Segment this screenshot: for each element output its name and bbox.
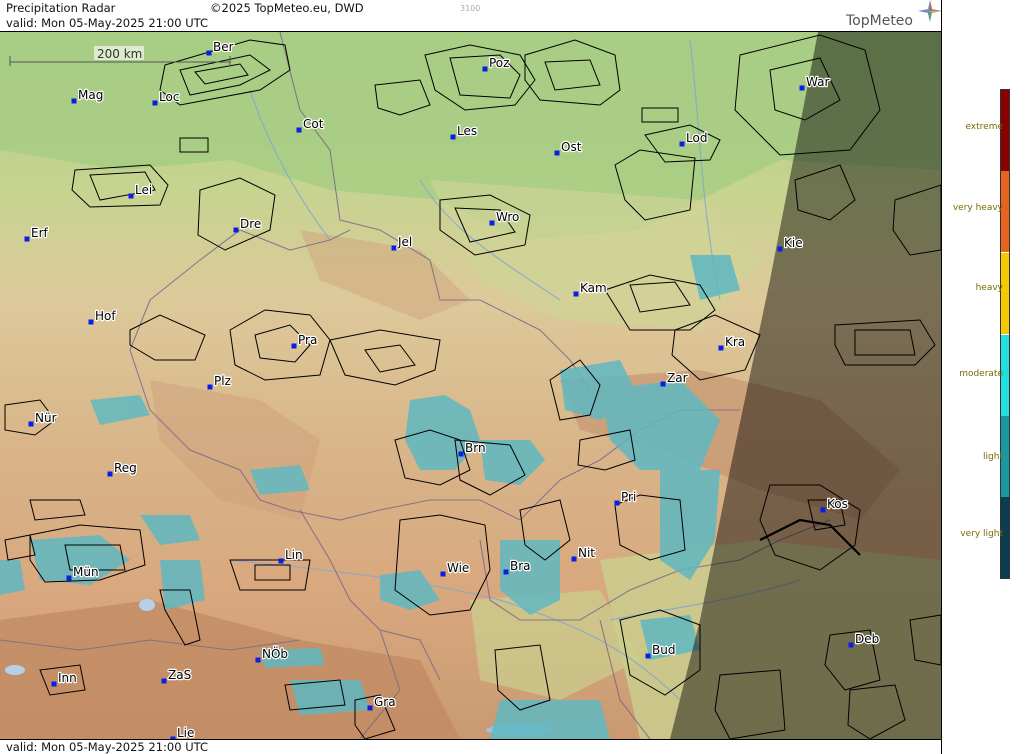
city-label: Brn bbox=[465, 441, 486, 455]
lake bbox=[5, 665, 25, 675]
city-marker bbox=[614, 500, 620, 506]
city-label: Kie bbox=[784, 236, 803, 250]
city-label: Cot bbox=[303, 117, 324, 131]
city-label: Pri bbox=[621, 490, 636, 504]
city-marker bbox=[573, 291, 579, 297]
city-label: War bbox=[806, 75, 829, 89]
city-marker bbox=[660, 381, 666, 387]
city-marker bbox=[152, 100, 158, 106]
legend-label: moderate bbox=[959, 369, 1003, 379]
city-label: Lie bbox=[177, 726, 194, 739]
city-marker bbox=[291, 343, 297, 349]
city-label: Plz bbox=[214, 374, 231, 388]
city-marker bbox=[296, 127, 302, 133]
city-marker bbox=[206, 50, 212, 56]
city-label: Loc bbox=[159, 90, 179, 104]
city-label: Nür bbox=[35, 411, 57, 425]
valid-time-bottom: valid: Mon 05-May-2025 21:00 UTC bbox=[6, 740, 208, 754]
city-marker bbox=[278, 558, 284, 564]
city-label: Zar bbox=[667, 371, 688, 385]
city-marker bbox=[503, 569, 509, 575]
map-header: Precipitation Radar ©2025 TopMeteo.eu, D… bbox=[0, 0, 942, 32]
map-code: 3100 bbox=[460, 4, 481, 13]
city-label: Erf bbox=[31, 226, 49, 240]
city-label: Lod bbox=[686, 131, 707, 145]
city-label: Wro bbox=[496, 210, 519, 224]
city-label: Deb bbox=[855, 632, 879, 646]
legend-label: heavy bbox=[975, 283, 1003, 293]
city-marker bbox=[28, 421, 34, 427]
city-marker bbox=[450, 134, 456, 140]
city-label: Ost bbox=[561, 140, 582, 154]
city-label: ZaS bbox=[168, 668, 191, 682]
city-marker bbox=[51, 681, 57, 687]
city-marker bbox=[440, 571, 446, 577]
city-label: Kra bbox=[725, 335, 745, 349]
city-marker bbox=[554, 150, 560, 156]
city-marker bbox=[718, 345, 724, 351]
city-label: NÖb bbox=[262, 645, 288, 661]
city-marker bbox=[71, 98, 77, 104]
city-marker bbox=[233, 227, 239, 233]
legend-label: extreme bbox=[965, 122, 1003, 132]
city-label: Gra bbox=[374, 695, 396, 709]
legend-label: very light bbox=[960, 529, 1003, 539]
city-marker bbox=[107, 471, 113, 477]
city-marker bbox=[207, 384, 213, 390]
city-marker bbox=[391, 245, 397, 251]
city-marker bbox=[161, 678, 167, 684]
city-marker bbox=[458, 451, 464, 457]
city-marker bbox=[848, 642, 854, 648]
city-marker bbox=[367, 705, 373, 711]
city-label: Les bbox=[457, 124, 477, 138]
city-label: Poz bbox=[489, 56, 509, 70]
precip-cell bbox=[250, 465, 310, 495]
lake bbox=[139, 599, 155, 611]
city-marker bbox=[482, 66, 488, 72]
city-marker bbox=[255, 657, 261, 663]
map-title: Precipitation Radar bbox=[6, 1, 116, 15]
topmeteo-logo[interactable]: TopMeteo bbox=[846, 13, 913, 29]
city-label: Wie bbox=[447, 561, 469, 575]
city-label: Bra bbox=[510, 559, 531, 573]
city-label: Mag bbox=[78, 88, 103, 102]
city-marker bbox=[645, 653, 651, 659]
city-label: Pra bbox=[298, 333, 317, 347]
city-label: Lin bbox=[285, 548, 303, 562]
city-marker bbox=[489, 220, 495, 226]
city-label: Lei bbox=[135, 183, 152, 197]
city-label: Nit bbox=[578, 546, 595, 560]
legend-label: light bbox=[983, 452, 1003, 462]
precip-cell bbox=[490, 700, 610, 739]
city-label: Bud bbox=[652, 643, 675, 657]
precipitation-legend: extreme very heavy heavy moderate light very … bbox=[941, 0, 1033, 754]
city-marker bbox=[88, 319, 94, 325]
copyright-notice: ©2025 TopMeteo.eu, DWD bbox=[210, 1, 364, 15]
legend-swatch bbox=[1001, 253, 1009, 334]
scale-bar-label: 200 km bbox=[97, 47, 142, 61]
precip-cell bbox=[290, 680, 370, 715]
city-label: Dre bbox=[240, 217, 261, 231]
map-footer: valid: Mon 05-May-2025 21:00 UTC bbox=[0, 739, 941, 754]
city-label: Kos bbox=[827, 497, 848, 511]
city-label: Hof bbox=[95, 309, 116, 323]
city-marker bbox=[799, 85, 805, 91]
radar-map[interactable]: 200 km Ber Poz War Mag Loc Cot Les Ost Lod Lei Wro… bbox=[0, 32, 941, 739]
city-label: Ber bbox=[213, 40, 234, 54]
compass-star-icon bbox=[918, 0, 942, 22]
city-marker bbox=[128, 193, 134, 199]
city-label: Reg bbox=[114, 461, 137, 475]
city-label: Inn bbox=[58, 671, 77, 685]
city-label: Mün bbox=[73, 565, 99, 579]
valid-time-top: valid: Mon 05-May-2025 21:00 UTC bbox=[6, 16, 208, 30]
city-marker bbox=[777, 246, 783, 252]
city-marker bbox=[679, 141, 685, 147]
city-marker bbox=[66, 575, 72, 581]
city-label: Jel bbox=[397, 235, 412, 249]
city-label: Kam bbox=[580, 281, 607, 295]
city-marker bbox=[571, 556, 577, 562]
city-marker bbox=[820, 507, 826, 513]
city-marker bbox=[24, 236, 30, 242]
legend-label: very heavy bbox=[952, 203, 1003, 213]
